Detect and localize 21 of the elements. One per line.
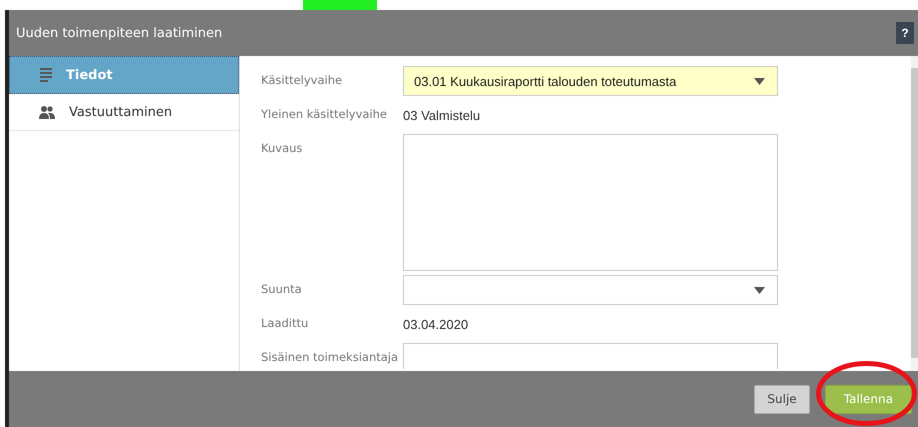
field-label: Sisäinen toimeksiantaja xyxy=(261,349,400,364)
dropdown-field[interactable]: 03.01 Kuukausiraportti talouden toteutumasta xyxy=(403,66,778,96)
dropdown-field[interactable] xyxy=(403,275,778,305)
textarea-field[interactable] xyxy=(403,134,778,271)
field-value: 03.04.2020 xyxy=(403,316,468,334)
scrollbar[interactable] xyxy=(911,56,918,371)
dropdown-arrow-icon xyxy=(754,78,765,84)
dropdown-arrow-icon xyxy=(754,286,765,294)
field-label: Laadittu xyxy=(261,315,310,330)
field-value: 03 Valmistelu xyxy=(403,107,480,125)
sidebar-item[interactable]: Vastuuttaminen xyxy=(9,94,239,131)
help-button[interactable]: ? xyxy=(896,22,914,44)
input-field[interactable] xyxy=(403,343,778,369)
field-label: Yleinen käsittelyvaihe xyxy=(261,106,388,121)
window-title: Uuden toimenpiteen laatiminen xyxy=(16,26,222,40)
field-label: Suunta xyxy=(261,281,303,296)
field-label: Kuvaus xyxy=(261,140,304,155)
people-icon xyxy=(39,106,55,118)
field-label: Käsittelyvaihe xyxy=(261,72,344,87)
close-button[interactable]: Sulje xyxy=(754,384,810,414)
list-icon xyxy=(40,68,52,82)
